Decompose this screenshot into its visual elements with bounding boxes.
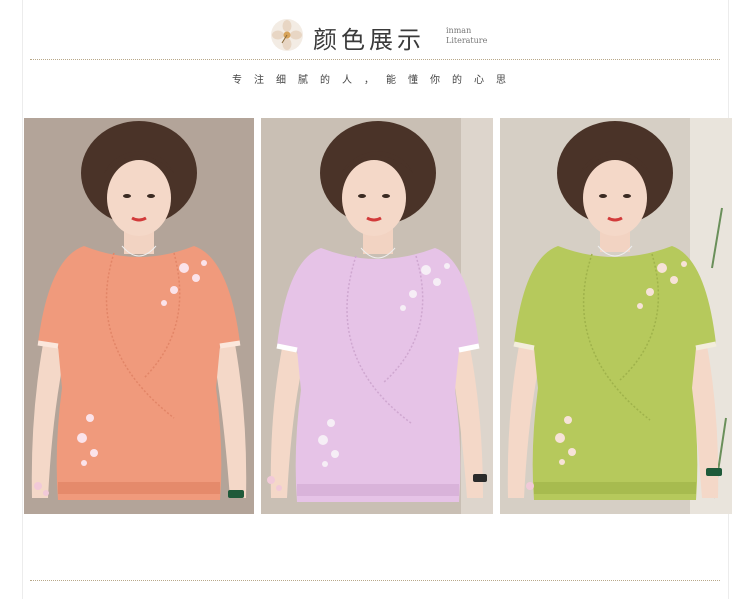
frame-line-left [22,0,23,599]
section-subtitle: inman Literature [446,26,487,46]
section-title: 颜色展示 [313,26,425,54]
photo-green-shirt [500,118,732,514]
section-header: 颜色展示 inman Literature [0,14,750,58]
model-photo-green [500,118,732,514]
photo-lilac-shirt [261,118,493,514]
model-photo-lilac [261,118,493,514]
subtitle-line-2: Literature [446,36,488,45]
photo-gallery [24,118,732,514]
divider-top [30,59,720,60]
photo-orange-shirt [24,118,254,514]
divider-bottom [30,580,720,581]
tagline: 专注细腻的人，能懂你的心思 [232,75,518,86]
subtitle-line-1: inman [446,26,472,35]
model-photo-orange [24,118,254,514]
flower-logo-icon [271,19,303,51]
